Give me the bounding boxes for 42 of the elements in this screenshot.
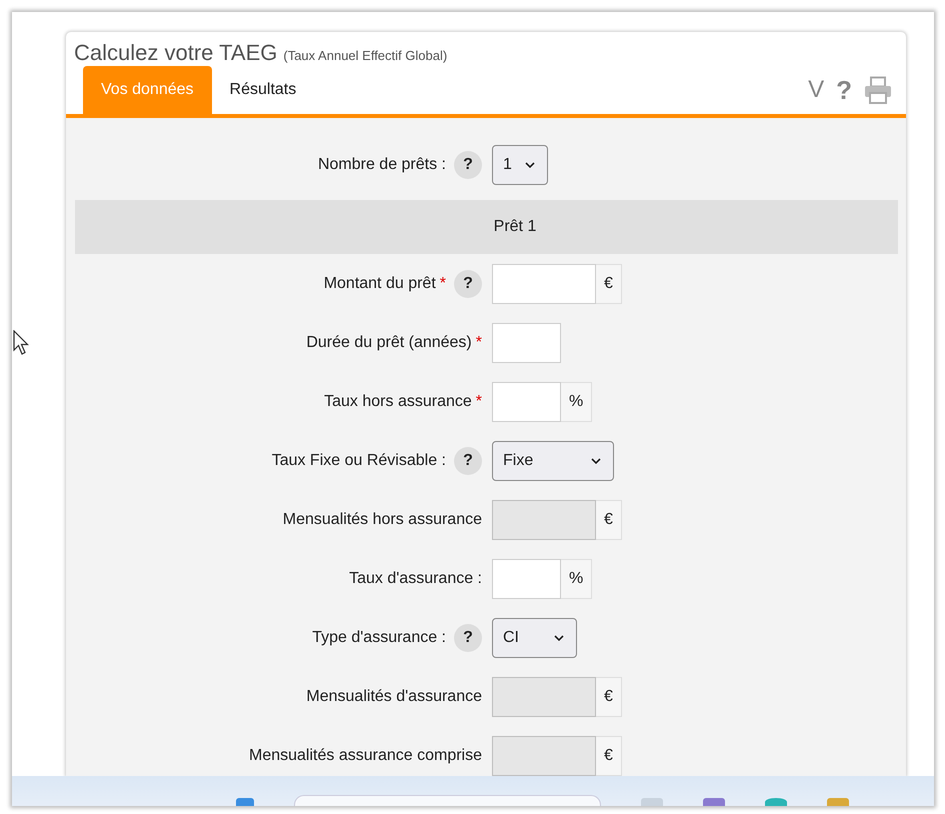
tab[interactable]: Résultats [212, 66, 314, 114]
help-button[interactable]: ? [454, 270, 482, 298]
input-field[interactable] [492, 558, 561, 598]
expand-button[interactable]: V [808, 76, 824, 104]
select-field[interactable]: 1 [492, 144, 548, 184]
app-icon[interactable] [827, 798, 849, 806]
help-button[interactable]: ? [454, 624, 482, 652]
help-button[interactable]: ? [836, 74, 852, 106]
field-label: Type d'assurance : [312, 628, 446, 646]
field-label: Mensualités d'assurance [306, 688, 482, 706]
app-icon[interactable] [765, 798, 787, 806]
calculator-subtitle: (Taux Annuel Effectif Global) [283, 48, 448, 63]
input-field[interactable] [492, 264, 596, 304]
field-label: Mensualités assurance comprise [249, 746, 482, 764]
field-label: Mensualités hors assurance [282, 510, 482, 528]
chevron-down-icon [554, 634, 564, 640]
help-button[interactable]: ? [454, 446, 482, 474]
field-label: Taux hors assurance * [324, 392, 482, 410]
select-field[interactable]: Fixe [492, 440, 614, 480]
field-label: Montant du prêt * [324, 274, 446, 292]
field-label: Taux d'assurance : [349, 570, 482, 588]
help-button[interactable]: ? [454, 150, 482, 178]
field-label: Durée du prêt (années) * [306, 334, 482, 352]
section-title: Prêt 1 [494, 218, 536, 236]
unit-label: € [596, 500, 622, 540]
unit-label: € [596, 676, 622, 716]
app-icon[interactable] [641, 798, 663, 806]
calculator-title: Calculez votre TAEG [74, 40, 278, 66]
app-icon[interactable] [236, 798, 254, 806]
input-field[interactable] [492, 382, 561, 422]
field-label: Taux Fixe ou Révisable : [272, 452, 446, 470]
chevron-down-icon [591, 458, 601, 464]
app-icon[interactable] [703, 798, 725, 806]
select-field[interactable]: CI [492, 618, 577, 658]
unit-label: € [596, 736, 622, 776]
unit-label: % [561, 558, 592, 598]
chevron-down-icon [525, 162, 535, 168]
input-field[interactable] [492, 322, 561, 362]
unit-label: € [596, 264, 622, 304]
printer-icon[interactable] [864, 76, 892, 104]
unit-label: % [561, 382, 592, 422]
field-label: Nombre de prêts : [318, 156, 446, 174]
